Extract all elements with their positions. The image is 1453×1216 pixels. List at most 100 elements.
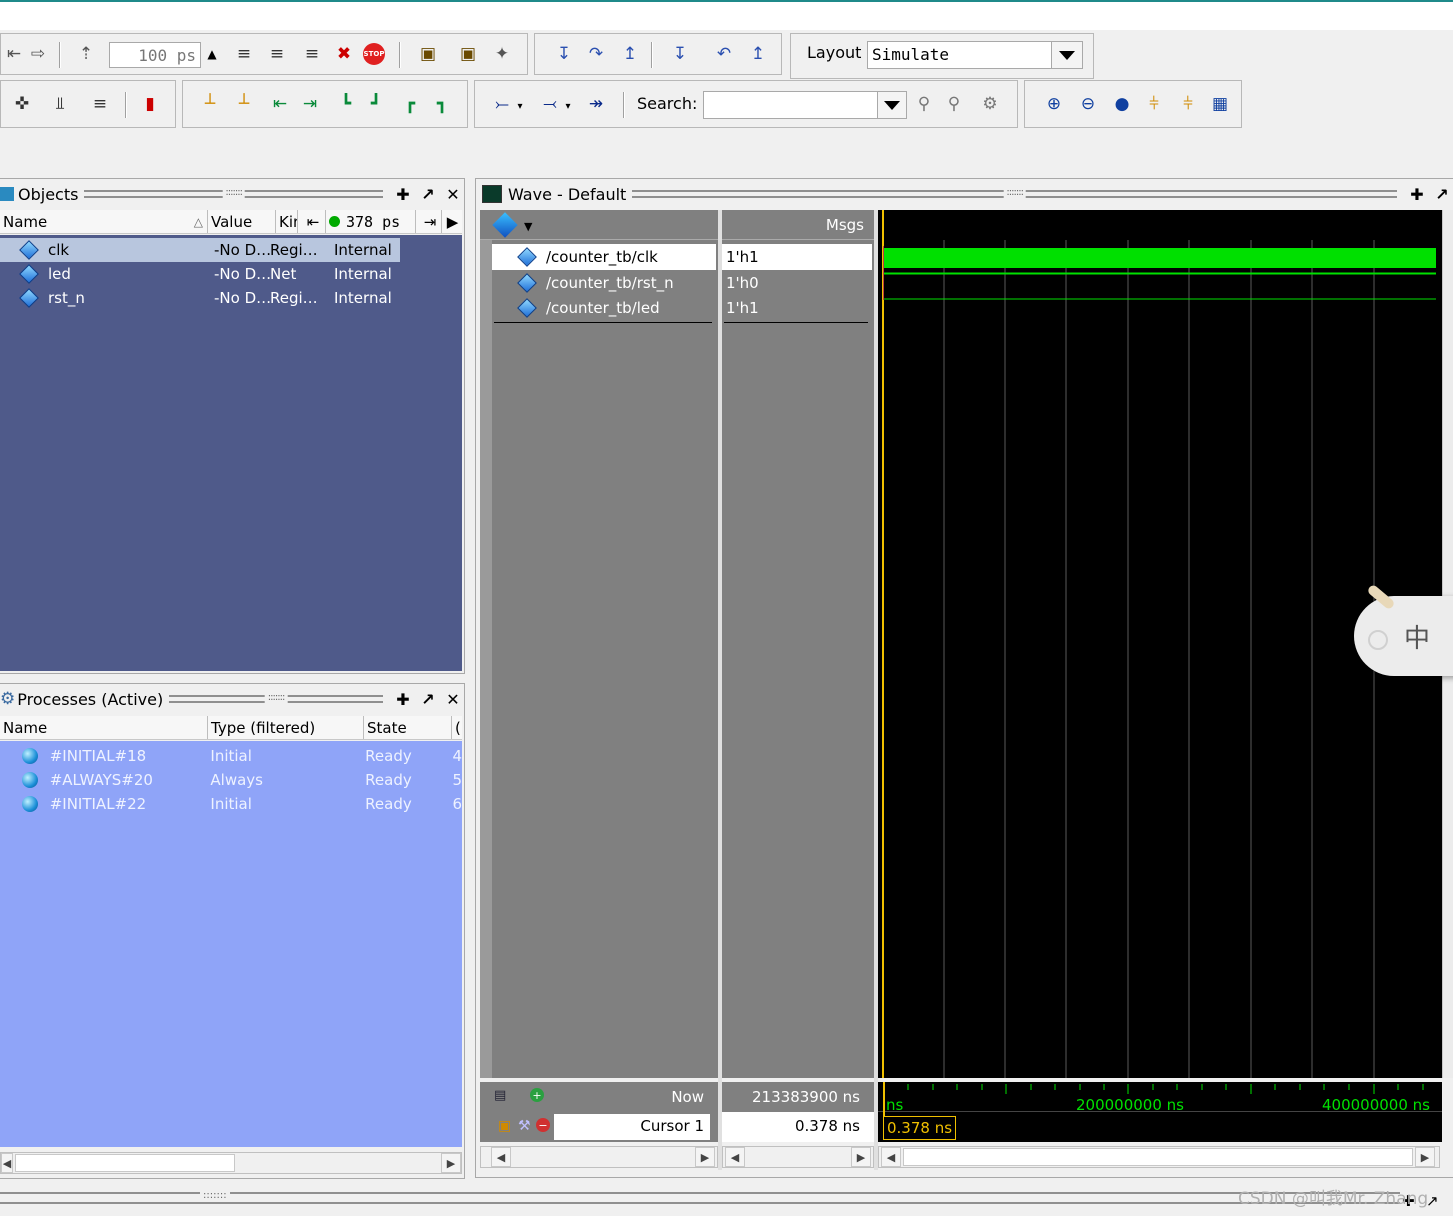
wave-values-hscrollbar[interactable]: ◀ ▶ [722, 1146, 874, 1168]
objects-drag-handle[interactable]: ::::::: [84, 187, 383, 198]
search-find-icon[interactable]: ⚲ [911, 91, 937, 117]
column-kind[interactable]: Kir [276, 210, 298, 233]
wave-undock-button[interactable]: ✚ [1406, 183, 1428, 205]
scroll-thumb[interactable] [15, 1154, 235, 1172]
processes-maximize-button[interactable]: ↗ [417, 688, 439, 710]
scroll-left-icon[interactable]: ◀ [491, 1147, 511, 1167]
column-value[interactable]: Value [208, 210, 276, 233]
list-item[interactable]: #INITIAL#22 Initial Ready 6 [0, 792, 462, 816]
schematic-icon[interactable]: ▣ [455, 41, 481, 67]
prev-time-icon[interactable]: ⇤ [298, 210, 326, 233]
insert-cursor-icon[interactable]: ┴ [197, 91, 223, 117]
step-icon[interactable]: ↧ [551, 41, 577, 67]
break-icon[interactable]: ✖ [331, 41, 357, 67]
step-back-icon[interactable]: ⇤ [1, 41, 27, 67]
column-name[interactable]: Name [0, 716, 208, 739]
processes-hscrollbar[interactable]: ◀ ▶ [0, 1152, 462, 1174]
time-field[interactable]: 378 ps [326, 210, 416, 233]
run-all-icon[interactable]: ≡ [299, 41, 325, 67]
run-continue-icon[interactable]: ≡ [264, 41, 290, 67]
list-item[interactable]: #ALWAYS#20 Always Ready 5 [0, 768, 462, 792]
add-wave-icon[interactable] [492, 212, 518, 238]
list-item[interactable]: #INITIAL#18 Initial Ready 4 [0, 744, 462, 768]
lock-icon[interactable]: ▣ [498, 1118, 511, 1134]
step-over-icon[interactable]: ↷ [583, 41, 609, 67]
wave-signal-row[interactable]: /counter_tb/clk [517, 245, 658, 269]
bottom-maximize-button[interactable]: ↗ [1426, 1192, 1444, 1210]
zoom-between-cursors-icon[interactable]: ⫩ [1175, 91, 1201, 117]
waveform-hscrollbar[interactable]: ◀ ▶ [878, 1146, 1440, 1168]
next-time-icon[interactable]: ⇥ [416, 210, 442, 233]
cursor-badge[interactable]: 0.378 ns [883, 1116, 957, 1140]
wrench-icon[interactable]: ⚒ [518, 1118, 531, 1134]
bottom-dock-grip[interactable]: ::::::: [0, 1190, 1400, 1204]
scroll-right-icon[interactable]: ▶ [442, 210, 460, 233]
step-back-icon-2[interactable]: ↧ [667, 41, 693, 67]
next-transition-icon[interactable]: ⇥ [297, 91, 323, 117]
processes-undock-button[interactable]: ✚ [392, 688, 414, 710]
find-driver-chevron-icon[interactable]: ▾ [513, 93, 527, 119]
zoom-full-icon[interactable]: ● [1109, 91, 1135, 117]
list-item[interactable]: led -No D… Net Internal [0, 262, 400, 286]
wave-names-hscrollbar[interactable]: ◀ ▶ [480, 1146, 718, 1168]
step-forward-icon[interactable]: ⇨ [25, 41, 51, 67]
scroll-left-icon[interactable]: ◀ [725, 1147, 745, 1167]
search-find-all-icon[interactable]: ⚲ [941, 91, 967, 117]
restart-icon[interactable]: ⇡ [73, 41, 99, 67]
delete-cursor-icon[interactable]: ┴ [231, 91, 257, 117]
previous-falling-edge-icon[interactable]: ┗ [333, 91, 359, 117]
step-out-icon[interactable]: ↥ [617, 41, 643, 67]
scroll-left-icon[interactable]: ◀ [881, 1147, 901, 1167]
column-extra[interactable]: ( [452, 716, 462, 739]
scroll-right-icon[interactable]: ▶ [695, 1147, 715, 1167]
wave-signal-row[interactable]: /counter_tb/rst_n [517, 271, 674, 295]
objects-maximize-button[interactable]: ↗ [417, 183, 439, 205]
zoom-in-icon[interactable]: ⊕ [1041, 91, 1067, 117]
select-mode-icon[interactable]: ✜ [9, 91, 35, 117]
column-splitter[interactable] [718, 210, 722, 1170]
list-item[interactable]: clk -No D… Regi… Internal [0, 238, 400, 262]
search-input[interactable] [703, 91, 879, 119]
insert-divider-icon[interactable]: ⫫ [47, 91, 73, 117]
previous-rising-edge-icon[interactable]: ┏ [397, 91, 423, 117]
add-group-icon[interactable]: ≡ [87, 91, 113, 117]
dataflow-icon[interactable]: ▣ [415, 41, 441, 67]
find-reader-icon[interactable]: ⤙ [537, 91, 563, 117]
objects-undock-button[interactable]: ✚ [392, 183, 414, 205]
processes-close-button[interactable]: ✕ [442, 688, 464, 710]
previous-transition-icon[interactable]: ⇤ [267, 91, 293, 117]
scroll-left-icon[interactable]: ◀ [1, 1153, 13, 1173]
stop-icon[interactable]: STOP [361, 41, 387, 67]
zoom-cursor-icon[interactable]: ⫩ [1141, 91, 1167, 117]
next-falling-edge-icon[interactable]: ┛ [363, 91, 389, 117]
ime-floating-badge[interactable]: 中 [1354, 596, 1453, 676]
column-type[interactable]: Type (filtered) [208, 716, 364, 739]
chevron-down-icon[interactable]: ▼ [524, 220, 532, 233]
scroll-right-icon[interactable]: ▶ [441, 1153, 461, 1173]
run-length-input[interactable]: 100 ps [109, 42, 201, 68]
processes-drag-handle[interactable]: ::::::: [169, 692, 383, 703]
find-driver-icon[interactable]: ⤚ [489, 91, 515, 117]
search-dropdown-button[interactable] [877, 91, 907, 119]
trace-icon[interactable]: ↠ [583, 91, 609, 117]
toolbar-mini-icon[interactable]: ▤ [494, 1088, 506, 1103]
search-options-icon[interactable]: ⚙ [977, 91, 1003, 117]
wave-signal-row[interactable]: /counter_tb/led [517, 296, 660, 320]
step-back-out-icon[interactable]: ↥ [745, 41, 771, 67]
find-reader-chevron-icon[interactable]: ▾ [561, 93, 575, 119]
scroll-thumb[interactable] [903, 1148, 1413, 1166]
list-item[interactable]: rst_n -No D… Regi… Internal [0, 286, 400, 310]
layout-select[interactable]: Simulate [867, 41, 1055, 69]
breakpoint-icon[interactable]: ▮ [137, 91, 163, 117]
column-state[interactable]: State [364, 716, 452, 739]
wave-maximize-button[interactable]: ↗ [1431, 183, 1453, 205]
compile-icon[interactable]: ✦ [489, 41, 515, 67]
next-rising-edge-icon[interactable]: ┓ [429, 91, 455, 117]
remove-icon[interactable]: − [536, 1118, 550, 1132]
zoom-out-icon[interactable]: ⊖ [1075, 91, 1101, 117]
layout-dropdown-button[interactable] [1051, 41, 1083, 69]
add-icon[interactable]: + [530, 1088, 544, 1102]
zoom-region-icon[interactable]: ▦ [1207, 91, 1233, 117]
objects-close-button[interactable]: ✕ [442, 183, 464, 205]
run-length-spinner-icon[interactable]: ▲ [199, 41, 225, 67]
